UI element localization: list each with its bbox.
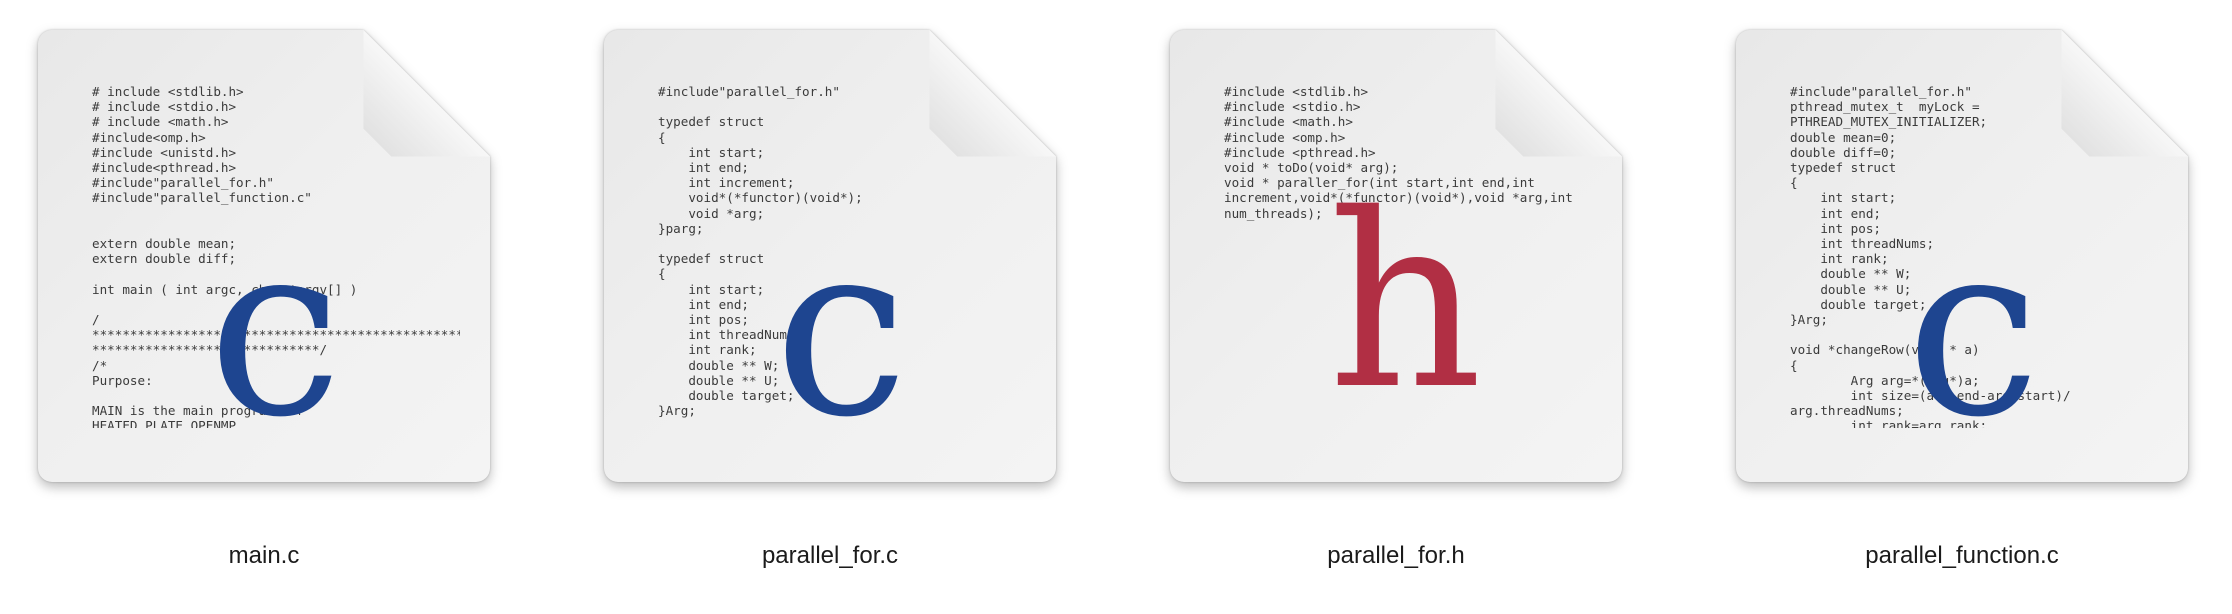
file-parallel-function-c[interactable]: #include"parallel_for.h" pthread_mutex_t… (1682, 0, 2232, 614)
c-source-file-icon: # include <stdlib.h> # include <stdio.h>… (38, 30, 490, 482)
file-parallel-for-c[interactable]: #include"parallel_for.h" typedef struct … (550, 0, 1110, 614)
file-name-label: parallel_function.c (1865, 542, 2059, 569)
c-source-file-icon: #include"parallel_for.h" pthread_mutex_t… (1736, 30, 2188, 482)
file-parallel-for-h[interactable]: #include <stdlib.h> #include <stdio.h> #… (1116, 0, 1676, 614)
file-name-label: main.c (228, 542, 300, 569)
page-fold (929, 30, 1056, 157)
file-name-label: parallel_for.h (1327, 542, 1465, 569)
page-fold (2061, 30, 2188, 157)
page-fold (363, 30, 490, 157)
c-header-file-icon: #include <stdlib.h> #include <stdio.h> #… (1170, 30, 1622, 482)
file-main-c[interactable]: # include <stdlib.h> # include <stdio.h>… (0, 0, 544, 614)
c-source-file-icon: #include"parallel_for.h" typedef struct … (604, 30, 1056, 482)
file-name-label: parallel_for.c (761, 542, 899, 569)
page-fold (1495, 30, 1622, 157)
